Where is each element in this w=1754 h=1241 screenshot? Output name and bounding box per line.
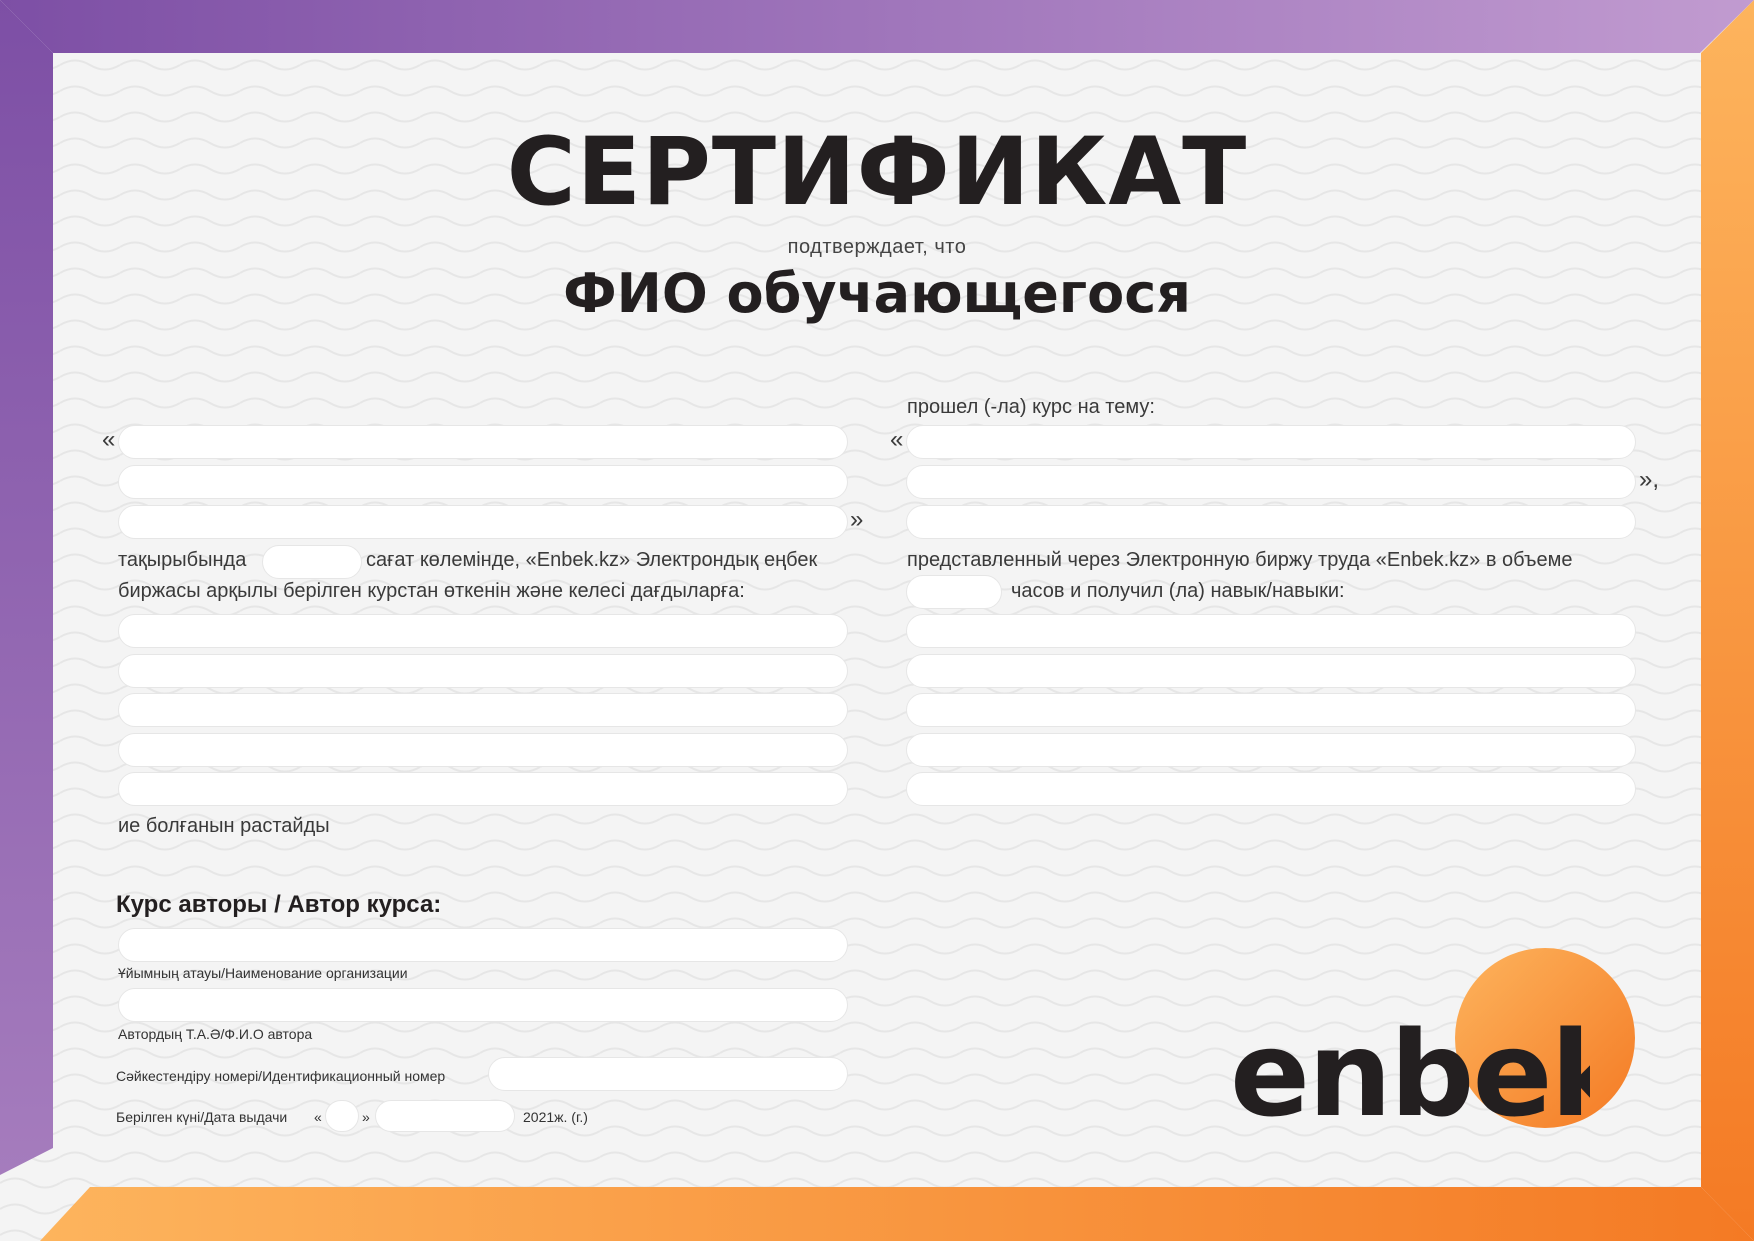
enbek-logo: enbek [1230,990,1634,1143]
close-quote-right: », [1639,466,1660,493]
issue-date-label: Берілген күні/Дата выдачи [116,1109,288,1125]
kz-skill-field-3[interactable] [118,693,848,727]
id-number-field[interactable] [488,1057,848,1091]
kz-skill-field-5[interactable] [118,772,848,806]
kz-topic-field-1[interactable] [118,425,848,459]
kz-topic-field-3[interactable] [118,505,848,539]
issue-month-field[interactable] [375,1100,515,1132]
certificate-subtitle: подтверждает, что [787,236,967,258]
kz-skill-field-2[interactable] [118,654,848,688]
kz-skill-field-1[interactable] [118,614,848,648]
organization-field[interactable] [118,928,848,962]
ru-skill-field-3[interactable] [906,693,1636,727]
kz-line2: биржасы арқылы берілген курстан өткенін … [118,580,745,602]
issue-year-suffix: 2021ж. (г.) [523,1109,588,1125]
issue-day-field[interactable] [325,1100,359,1132]
ru-topic-field-1[interactable] [906,425,1636,459]
ru-skill-field-1[interactable] [906,614,1636,648]
ru-line2: часов и получил (ла) навык/навыки: [1011,580,1345,602]
id-number-label: Сәйкестендіру номері/Идентификационный н… [116,1068,446,1084]
student-name: ФИО обучающегося [563,262,1191,325]
close-quote-left: » [850,506,864,533]
enbek-logo-text: enbek [1230,1005,1590,1130]
organization-label: Ұйымның атауы/Наименование организации [118,965,408,981]
open-quote-left: « [102,426,116,453]
kz-hours-field[interactable] [262,545,362,579]
kz-skill-field-4[interactable] [118,733,848,767]
kz-topic-suffix: тақырыбында [118,549,247,571]
ru-hours-field[interactable] [906,575,1002,609]
author-name-label: Автордың Т.А.Ә/Ф.И.О автора [118,1026,313,1042]
open-quote-right: « [890,426,904,453]
ru-line1: представленный через Электронную биржу т… [907,549,1573,571]
ru-skill-field-4[interactable] [906,733,1636,767]
ru-topic-field-2[interactable] [906,465,1636,499]
enbek-logo-icon: enbek [1230,1005,1634,1143]
date-open-quote: « [314,1109,322,1125]
author-heading: Курс авторы / Автор курса: [116,891,442,918]
ru-skill-field-2[interactable] [906,654,1636,688]
kz-topic-field-2[interactable] [118,465,848,499]
ru-intro: прошел (-ла) курс на тему: [907,396,1155,418]
ru-topic-field-3[interactable] [906,505,1636,539]
author-name-field[interactable] [118,988,848,1022]
ru-skill-field-5[interactable] [906,772,1636,806]
kz-hours-text: сағат көлемінде, «Enbek.kz» Электрондық … [366,549,818,571]
certificate-title: СЕРТИФИКАТ [506,118,1248,227]
date-close-quote: » [362,1109,370,1125]
kz-ending: ие болғанын растайды [118,815,330,837]
